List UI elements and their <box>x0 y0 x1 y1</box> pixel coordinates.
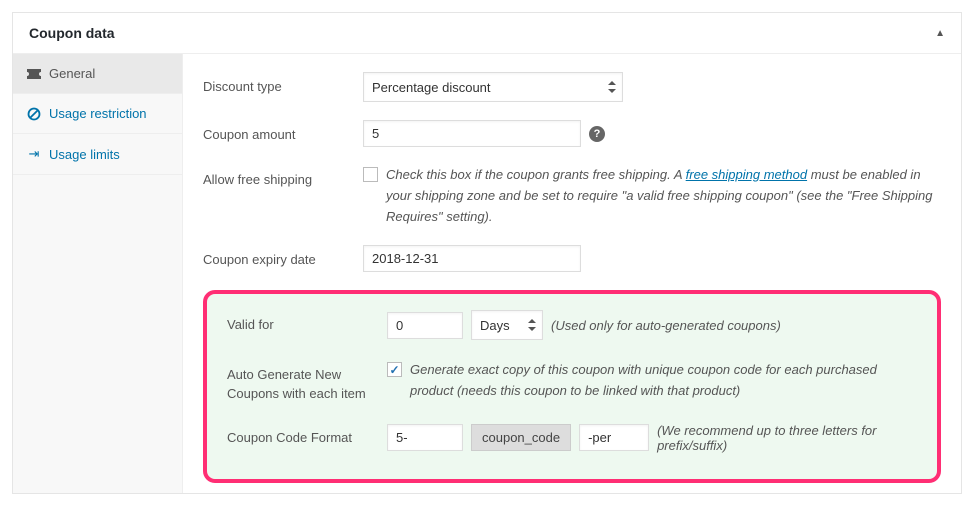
tab-label: General <box>49 66 95 81</box>
panel-body: General Usage restriction ⇥ Usage limits… <box>13 54 961 493</box>
format-note: (We recommend up to three letters for pr… <box>657 423 917 453</box>
row-auto-generate: Auto Generate New Coupons with each item… <box>227 360 917 402</box>
label-coupon-code-format: Coupon Code Format <box>227 423 387 447</box>
row-coupon-amount: Coupon amount ? <box>203 120 941 147</box>
row-free-shipping: Allow free shipping Check this box if th… <box>203 165 941 227</box>
row-discount-type: Discount type Percentage discount <box>203 72 941 102</box>
free-shipping-description: Check this box if the coupon grants free… <box>386 165 941 227</box>
valid-for-note: (Used only for auto-generated coupons) <box>551 318 781 333</box>
free-shipping-method-link[interactable]: free shipping method <box>686 167 807 182</box>
free-shipping-checkbox[interactable] <box>363 167 378 182</box>
tab-usage-restriction[interactable]: Usage restriction <box>13 94 182 134</box>
auto-generate-description: Generate exact copy of this coupon with … <box>410 360 917 402</box>
tab-usage-limits[interactable]: ⇥ Usage limits <box>13 134 182 175</box>
label-valid-for: Valid for <box>227 310 387 334</box>
coupon-amount-input[interactable] <box>363 120 581 147</box>
label-coupon-amount: Coupon amount <box>203 120 363 144</box>
auto-generate-checkbox[interactable] <box>387 362 402 377</box>
help-icon[interactable]: ? <box>589 126 605 142</box>
suffix-input[interactable] <box>579 424 649 451</box>
highlighted-section: Valid for Days (Used only for auto-gener… <box>203 290 941 482</box>
valid-for-number-input[interactable] <box>387 312 463 339</box>
ban-icon <box>27 107 41 121</box>
row-valid-for: Valid for Days (Used only for auto-gener… <box>227 310 917 340</box>
label-free-shipping: Allow free shipping <box>203 165 363 189</box>
limits-icon: ⇥ <box>27 146 41 162</box>
ticket-icon <box>27 69 41 79</box>
row-coupon-code-format: Coupon Code Format coupon_code (We recom… <box>227 423 917 453</box>
tab-general[interactable]: General <box>13 54 182 94</box>
coupon-code-placeholder: coupon_code <box>471 424 571 451</box>
label-discount-type: Discount type <box>203 72 363 96</box>
label-auto-generate: Auto Generate New Coupons with each item <box>227 360 387 402</box>
panel-title: Coupon data <box>29 25 115 41</box>
tab-label: Usage limits <box>49 147 120 162</box>
coupon-tabs: General Usage restriction ⇥ Usage limits <box>13 54 183 493</box>
tab-content-general: Discount type Percentage discount Coupon… <box>183 54 961 493</box>
collapse-icon[interactable]: ▲ <box>935 28 945 39</box>
discount-type-select[interactable]: Percentage discount <box>363 72 623 102</box>
tab-label: Usage restriction <box>49 106 147 121</box>
coupon-data-panel: Coupon data ▲ General Usage restriction … <box>12 12 962 494</box>
label-expiry-date: Coupon expiry date <box>203 245 363 269</box>
prefix-input[interactable] <box>387 424 463 451</box>
panel-header[interactable]: Coupon data ▲ <box>13 13 961 54</box>
expiry-date-input[interactable] <box>363 245 581 272</box>
row-expiry-date: Coupon expiry date <box>203 245 941 272</box>
valid-for-unit-select[interactable]: Days <box>471 310 543 340</box>
